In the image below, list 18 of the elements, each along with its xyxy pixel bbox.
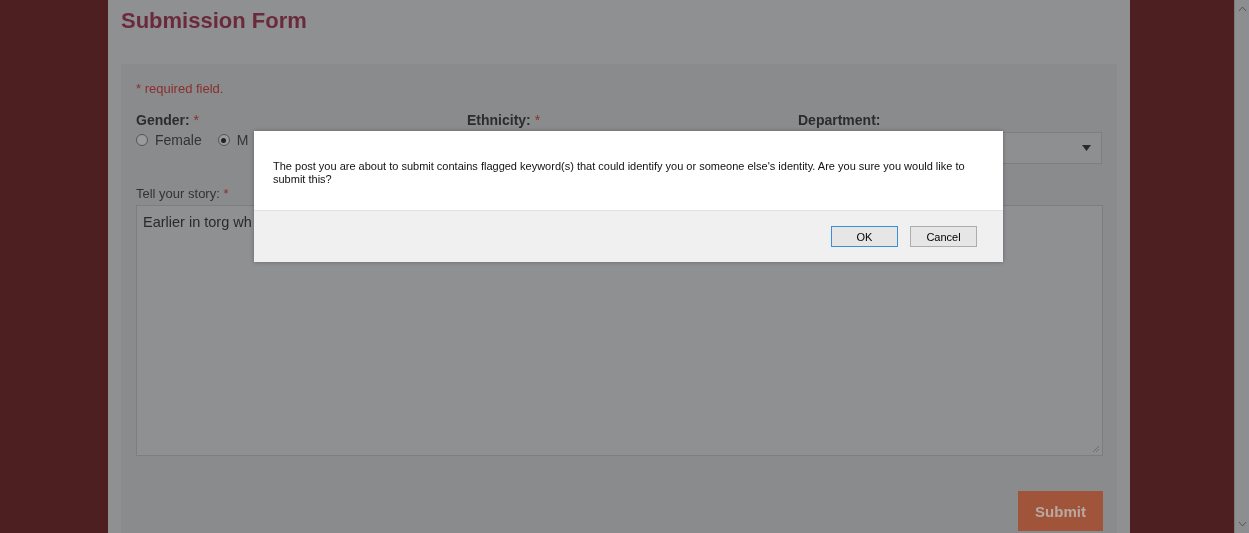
scrollbar[interactable]: [1234, 0, 1249, 533]
dialog-message: The post you are about to submit contains flagged keyword(s) that could identify you or someone else's identity. Are you sure you would like to submit this?: [272, 159, 966, 187]
dialog-button[interactable]: Cancel: [910, 226, 977, 247]
dialog-button[interactable]: OK: [831, 226, 898, 247]
field-label: Ethnicity: *: [467, 112, 542, 128]
field-label: Tell your story: *: [136, 186, 230, 201]
page-title: Submission Form: [121, 8, 308, 34]
scroll-down-icon[interactable]: [1237, 521, 1247, 527]
caret-icon: [1082, 145, 1091, 151]
submit-button[interactable]: Submit: [1018, 491, 1103, 531]
field-label: Gender: *: [136, 112, 201, 128]
required-note: * required field.: [136, 81, 225, 96]
resize-grip-icon: [1092, 445, 1100, 453]
department-select[interactable]: [1001, 132, 1102, 164]
scroll-up-icon[interactable]: [1237, 6, 1247, 12]
radio-option[interactable]: Female: [136, 132, 202, 148]
field-label: Department:: [798, 112, 882, 128]
radio-option[interactable]: M: [217, 132, 249, 148]
